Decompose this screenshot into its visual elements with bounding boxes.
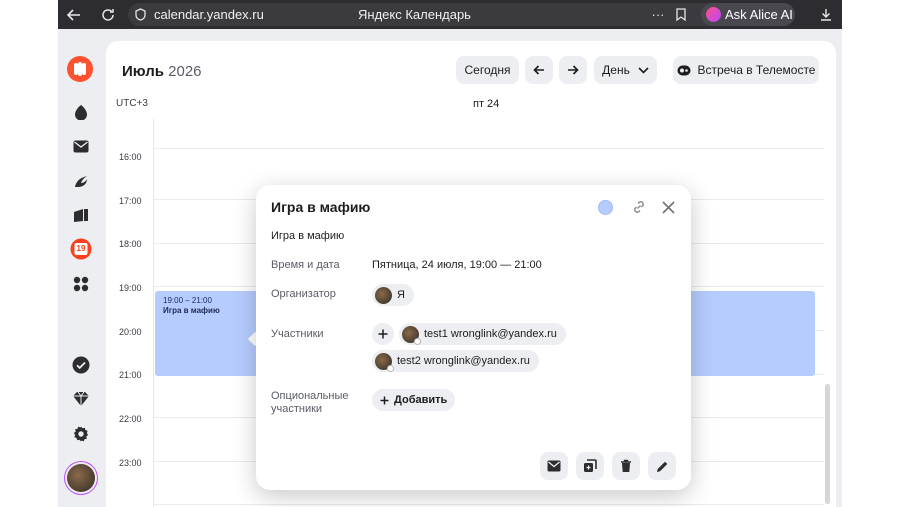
hour-label: 22:00 <box>119 414 142 424</box>
hour-line <box>154 504 824 505</box>
hour-label: 21:00 <box>119 370 142 380</box>
shield-icon[interactable] <box>132 0 148 29</box>
datetime-value: Пятница, 24 июля, 19:00 — 21:00 <box>372 259 542 271</box>
event-color-picker[interactable] <box>598 200 613 215</box>
copy-icon <box>583 459 597 473</box>
arrow-right-icon <box>567 64 579 76</box>
hour-line <box>154 148 824 149</box>
reload-icon[interactable] <box>98 0 118 29</box>
participant-name: test1 wronglink@yandex.ru <box>424 328 557 340</box>
url-text[interactable]: calendar.yandex.ru <box>154 7 264 22</box>
add-label: Добавить <box>394 394 448 406</box>
avatar <box>375 352 394 372</box>
plus-icon <box>380 396 389 405</box>
calendar-icon[interactable]: 19 <box>70 238 92 260</box>
avatar <box>402 325 421 345</box>
scrollbar[interactable] <box>825 384 830 504</box>
participant-chip[interactable]: test1 wronglink@yandex.ru <box>399 323 566 345</box>
telemost-icon <box>677 65 691 76</box>
trash-icon <box>620 459 632 473</box>
plus-subscription-icon[interactable] <box>70 388 92 410</box>
popup-title: Игра в мафию <box>271 199 371 215</box>
organizer-name: Я <box>397 289 405 301</box>
optional-label-line1: Опциональные <box>271 390 349 402</box>
telemost-label: Встреча в Телемосте <box>697 63 816 77</box>
event-time: 19:00 – 21:00 <box>163 296 212 305</box>
user-avatar[interactable] <box>67 464 95 492</box>
time-column <box>106 119 154 507</box>
calendar-day-badge: 19 <box>76 244 86 253</box>
link-icon[interactable] <box>629 197 649 217</box>
hour-label: 20:00 <box>119 327 142 337</box>
page-margin-right <box>842 0 900 507</box>
mail-icon[interactable] <box>70 135 92 157</box>
tasks-icon[interactable] <box>70 354 92 376</box>
plus-icon <box>378 329 388 339</box>
browser-toolbar: calendar.yandex.ru Яндекс Календарь ··· … <box>58 0 842 29</box>
next-button[interactable] <box>559 56 587 84</box>
edit-button[interactable] <box>648 452 676 480</box>
telemost-button[interactable]: Встреча в Телемосте <box>673 56 819 84</box>
event-popup: Игра в мафию Игра в мафию Время и дата П… <box>256 185 691 490</box>
status-icon <box>387 364 394 372</box>
chevron-down-icon <box>638 66 649 74</box>
alice-icon <box>706 7 721 22</box>
day-header[interactable]: пт 24 <box>473 98 499 110</box>
add-optional-button[interactable]: Добавить <box>372 389 456 411</box>
page-margin-left <box>0 0 58 507</box>
disk-icon[interactable] <box>70 204 92 226</box>
duplicate-button[interactable] <box>576 452 604 480</box>
optional-participants-label: Опциональные участники <box>271 390 349 416</box>
mail-icon <box>547 460 561 472</box>
month-name: Июль <box>122 63 164 80</box>
event-description: Игра в мафию <box>271 230 345 242</box>
timezone-label: UTC+3 <box>116 98 148 109</box>
bookmark-icon[interactable] <box>673 0 689 29</box>
hour-label: 19:00 <box>119 283 142 293</box>
hour-label: 18:00 <box>119 239 142 249</box>
hour-label: 23:00 <box>119 458 142 468</box>
status-icon <box>414 337 421 345</box>
page-title: Яндекс Календарь <box>358 7 471 22</box>
avatar <box>375 286 392 304</box>
yandex-360-logo[interactable] <box>67 56 93 82</box>
datetime-label: Время и дата <box>271 259 340 271</box>
organizer-chip[interactable]: Я <box>372 284 414 306</box>
month-title: Июль 2026 <box>122 63 202 80</box>
settings-icon[interactable] <box>70 423 92 445</box>
event-title: Игра в мафию <box>163 306 220 315</box>
optional-label-line2: участники <box>271 403 323 415</box>
close-icon[interactable] <box>658 197 678 217</box>
browser-window: calendar.yandex.ru Яндекс Календарь ··· … <box>58 0 842 507</box>
arrow-left-icon <box>533 64 545 76</box>
more-dots-icon[interactable]: ··· <box>650 0 666 29</box>
ask-alice-label: Ask Alice AI <box>725 7 793 22</box>
hour-label: 16:00 <box>119 152 142 162</box>
services-icon[interactable] <box>70 273 92 295</box>
participant-name: test2 wronglink@yandex.ru <box>397 355 530 367</box>
add-participant-button[interactable] <box>372 323 394 345</box>
participant-chip[interactable]: test2 wronglink@yandex.ru <box>372 350 539 372</box>
participants-label: Участники <box>271 328 324 340</box>
organizer-label: Организатор <box>271 288 336 300</box>
year: 2026 <box>168 63 202 80</box>
messenger-icon[interactable] <box>70 170 92 192</box>
view-select[interactable]: День <box>594 56 657 84</box>
prev-button[interactable] <box>525 56 553 84</box>
back-arrow-icon[interactable] <box>64 0 84 29</box>
delete-button[interactable] <box>612 452 640 480</box>
hour-label: 17:00 <box>119 196 142 206</box>
download-icon[interactable] <box>816 0 836 29</box>
email-button[interactable] <box>540 452 568 480</box>
view-select-label: День <box>602 63 630 77</box>
alice-icon[interactable] <box>70 101 92 123</box>
today-button[interactable]: Сегодня <box>456 56 519 84</box>
pencil-icon <box>656 460 669 473</box>
